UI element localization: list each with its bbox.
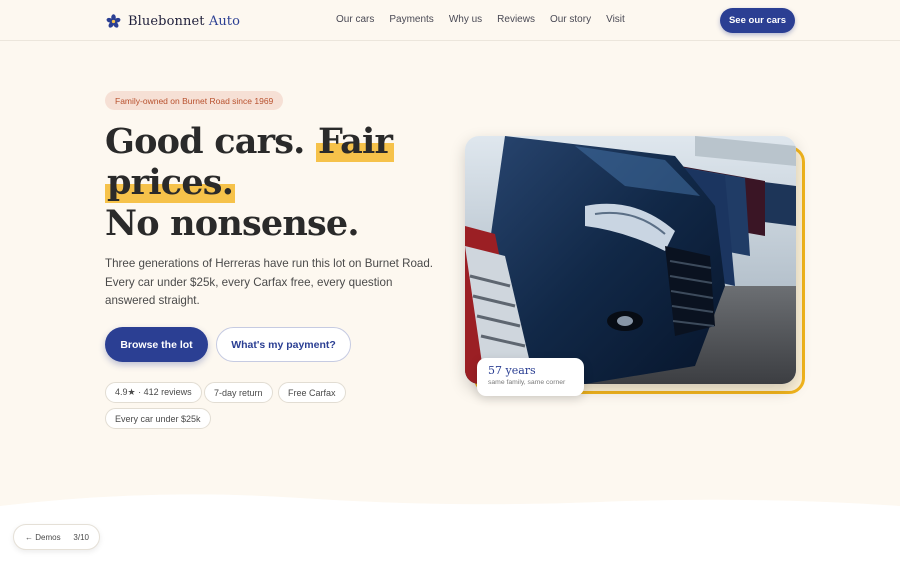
headline-highlight-fair: Fair — [315, 121, 395, 162]
wave-divider — [0, 494, 900, 563]
eyebrow-badge: Family-owned on Burnet Road since 1969 — [105, 91, 284, 110]
headline-part1: Good cars. — [105, 121, 316, 162]
nav-item-payments[interactable]: Payments — [389, 14, 433, 25]
main-nav: Our cars Payments Why us Reviews Our sto… — [336, 14, 640, 25]
nav-item-our-cars[interactable]: Our cars — [336, 14, 374, 25]
hero-headline: Good cars. Fair prices. No nonsense. — [105, 121, 455, 244]
whats-my-payment-button[interactable]: What's my payment? — [216, 327, 351, 362]
badge-title: 57 years — [488, 364, 536, 377]
headline-line3: No nonsense. — [105, 203, 360, 244]
browse-the-lot-button[interactable]: Browse the lot — [105, 327, 208, 362]
nav-item-reviews[interactable]: Reviews — [497, 14, 535, 25]
headline-highlight-prices: prices. — [105, 162, 236, 203]
nav-item-why-us[interactable]: Why us — [449, 14, 482, 25]
demo-navigator: ← Demos 3/10 — [13, 524, 100, 550]
brand-logo[interactable]: Bluebonnet Auto — [106, 11, 240, 31]
demos-back-link[interactable]: ← Demos — [25, 533, 61, 542]
hero-lede: Three generations of Herreras have run t… — [105, 257, 434, 307]
nav-item-visit[interactable]: Visit — [606, 14, 625, 25]
cars-lot-photo — [465, 136, 796, 384]
site-header: Bluebonnet Auto Our cars Payments Why us… — [0, 0, 900, 41]
brand-name: Bluebonnet Auto — [128, 13, 241, 29]
years-badge: 57 years same family, same corner — [477, 358, 584, 396]
chip-reviews: 4.9★ · 412 reviews — [105, 382, 202, 403]
chip-under-25k: Every car under $25k — [105, 408, 211, 429]
cars-lot-illustration — [465, 136, 796, 384]
see-our-cars-button[interactable]: See our cars — [720, 8, 795, 33]
demo-counter: 3/10 — [73, 532, 89, 542]
bluebonnet-flower-icon — [106, 13, 121, 28]
chip-carfax: Free Carfax — [278, 382, 346, 403]
nav-item-our-story[interactable]: Our story — [550, 14, 591, 25]
chip-return: 7-day return — [204, 382, 273, 403]
badge-subtitle: same family, same corner — [488, 379, 566, 386]
